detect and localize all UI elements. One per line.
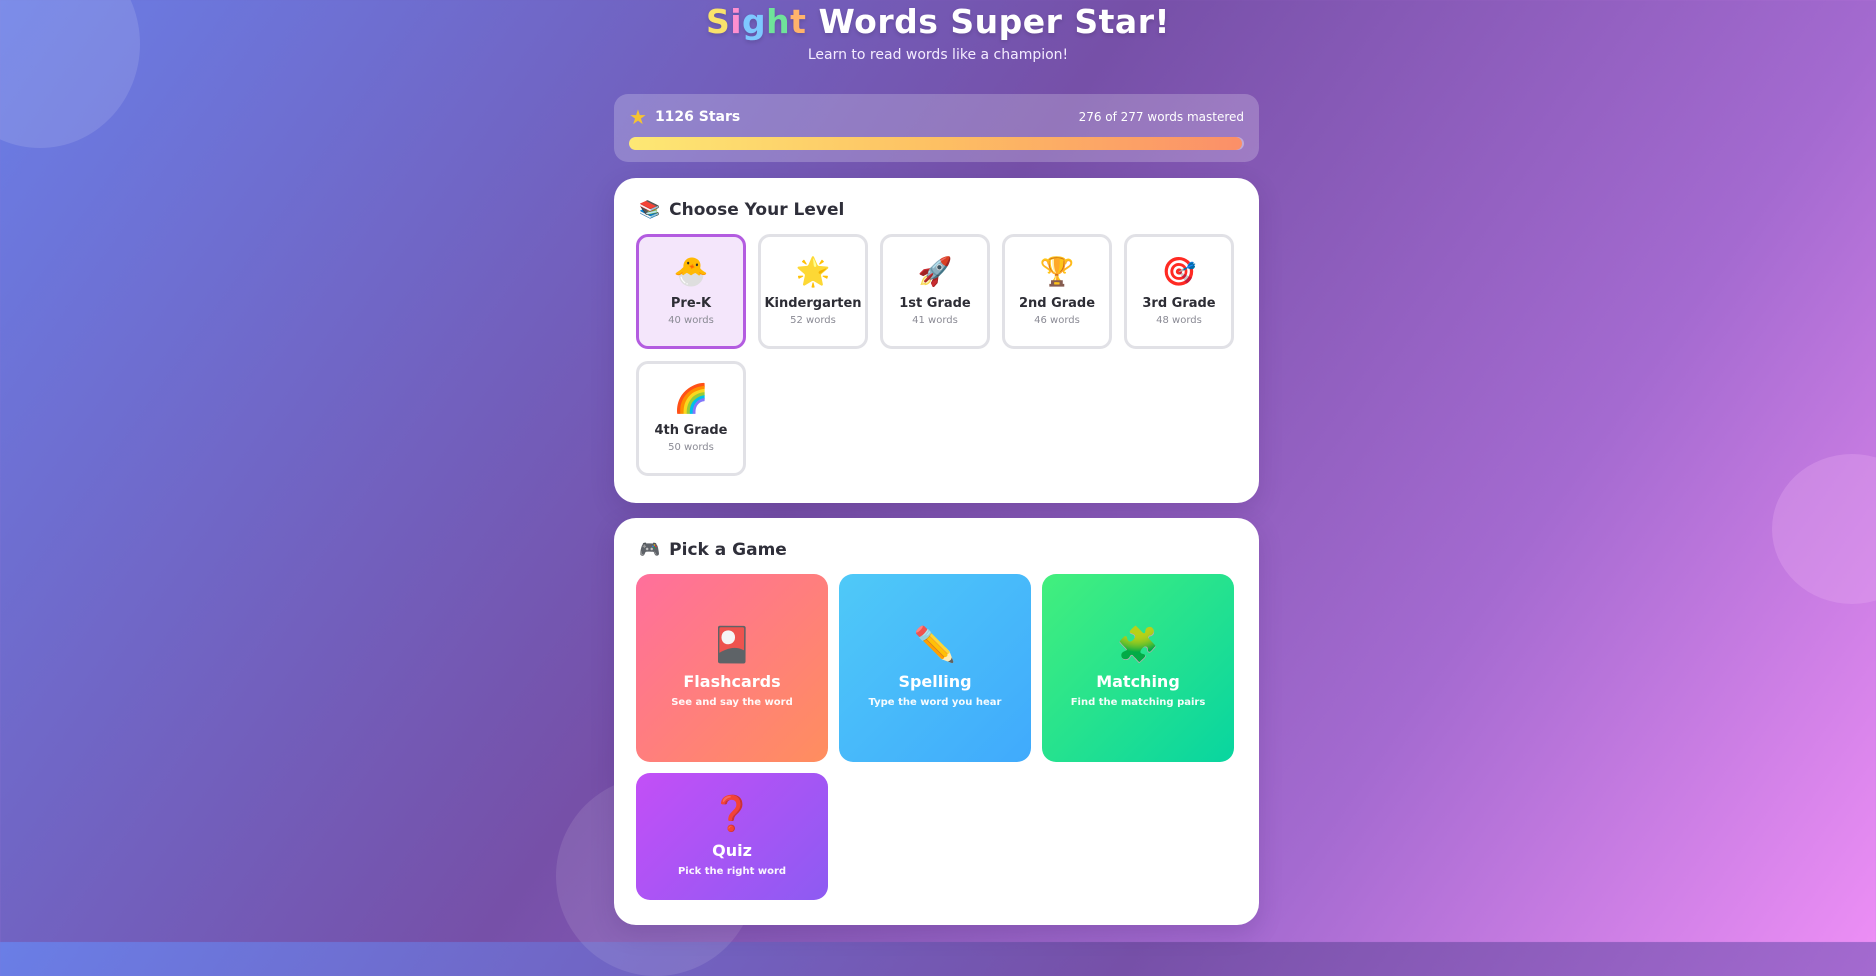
game-section: 🎮 Pick a Game 🎴 Flashcards See and say the… bbox=[614, 518, 1259, 925]
stars-panel: ★ 1126 Stars 276 of 277 words mastered bbox=[614, 94, 1259, 162]
progress-fill bbox=[629, 137, 1242, 150]
game-option-spelling[interactable]: ✏️ Spelling Type the word you hear bbox=[839, 574, 1031, 762]
title-letter: t bbox=[790, 2, 807, 41]
level-name: Pre-K bbox=[670, 295, 712, 311]
level-grid: 🐣 Pre-K 40 words 🌟 Kindergarten 52 words 🚀 1st … bbox=[636, 234, 1237, 476]
page-title: Sight Words Super Star! bbox=[0, 0, 1876, 41]
pencil-icon: ✏️ bbox=[913, 625, 957, 665]
rocket-icon: 🚀 bbox=[917, 255, 953, 289]
level-word-count: 41 words bbox=[912, 314, 958, 326]
rainbow-icon: 🌈 bbox=[673, 382, 709, 416]
level-word-count: 52 words bbox=[790, 314, 836, 326]
header: Sight Words Super Star! Learn to read wo… bbox=[0, 0, 1876, 63]
game-description: Pick the right word bbox=[677, 865, 787, 877]
game-name: Flashcards bbox=[683, 672, 781, 691]
game-name: Matching bbox=[1096, 672, 1180, 691]
level-section-header: 📚 Choose Your Level bbox=[639, 200, 1237, 220]
game-name: Spelling bbox=[898, 672, 972, 691]
title-letter: g bbox=[742, 2, 767, 41]
title-rest: Words Super Star! bbox=[806, 2, 1171, 41]
level-option-3rd-grade[interactable]: 🎯 3rd Grade 48 words bbox=[1124, 234, 1234, 349]
page-subtitle: Learn to read words like a champion! bbox=[807, 47, 1069, 63]
game-description: Find the matching pairs bbox=[1070, 697, 1206, 708]
progress-bar bbox=[629, 137, 1244, 150]
game-section-title: Pick a Game bbox=[669, 540, 787, 560]
question-mark-icon: ❓ bbox=[710, 793, 754, 834]
level-option-4th-grade[interactable]: 🌈 4th Grade 50 words bbox=[636, 361, 746, 476]
puzzle-icon: 🧩 bbox=[1116, 625, 1160, 665]
game-option-flashcards[interactable]: 🎴 Flashcards See and say the word bbox=[636, 574, 828, 762]
level-name: 2nd Grade bbox=[1018, 295, 1096, 311]
level-section-title: Choose Your Level bbox=[669, 200, 845, 220]
game-grid: 🎴 Flashcards See and say the word ✏️ Spellin… bbox=[636, 574, 1237, 900]
level-word-count: 48 words bbox=[1156, 314, 1202, 326]
game-section-header: 🎮 Pick a Game bbox=[639, 540, 1237, 560]
trophy-icon: 🏆 bbox=[1039, 255, 1075, 289]
stars-row: ★ 1126 Stars 276 of 277 words mastered bbox=[629, 107, 1244, 127]
title-letter: i bbox=[730, 2, 743, 41]
stars-total: ★ 1126 Stars bbox=[629, 107, 740, 127]
game-name: Quiz bbox=[712, 840, 752, 860]
level-option-1st-grade[interactable]: 🚀 1st Grade 41 words bbox=[880, 234, 990, 349]
level-option-pre-k[interactable]: 🐣 Pre-K 40 words bbox=[636, 234, 746, 349]
level-name: Kindergarten bbox=[764, 295, 862, 311]
books-icon: 📚 bbox=[639, 200, 661, 220]
star-icon: ★ bbox=[629, 105, 647, 129]
game-description: Type the word you hear bbox=[868, 697, 1002, 708]
game-description: See and say the word bbox=[671, 697, 793, 708]
game-option-matching[interactable]: 🧩 Matching Find the matching pairs bbox=[1042, 574, 1234, 762]
level-name: 4th Grade bbox=[654, 422, 728, 438]
level-option-2nd-grade[interactable]: 🏆 2nd Grade 46 words bbox=[1002, 234, 1112, 349]
flashcard-icon: 🎴 bbox=[710, 625, 754, 665]
target-icon: 🎯 bbox=[1161, 255, 1197, 289]
level-word-count: 46 words bbox=[1034, 314, 1080, 326]
level-word-count: 40 words bbox=[668, 314, 714, 326]
level-option-kindergarten[interactable]: 🌟 Kindergarten 52 words bbox=[758, 234, 868, 349]
game-option-quiz[interactable]: ❓ Quiz Pick the right word bbox=[636, 773, 828, 900]
words-mastered-text: 276 of 277 words mastered bbox=[1078, 110, 1244, 124]
stars-label: 1126 Stars bbox=[654, 109, 741, 125]
glowing-star-icon: 🌟 bbox=[795, 255, 831, 289]
level-word-count: 50 words bbox=[668, 441, 714, 453]
game-controller-icon: 🎮 bbox=[639, 540, 661, 560]
title-letter: h bbox=[766, 2, 791, 41]
decorative-bubble bbox=[1772, 454, 1876, 604]
level-name: 1st Grade bbox=[899, 295, 971, 311]
hatching-chick-icon: 🐣 bbox=[673, 255, 709, 289]
level-name: 3rd Grade bbox=[1142, 295, 1216, 311]
level-section: 📚 Choose Your Level 🐣 Pre-K 40 words 🌟 Kinde… bbox=[614, 178, 1259, 503]
title-letter: S bbox=[705, 2, 731, 41]
